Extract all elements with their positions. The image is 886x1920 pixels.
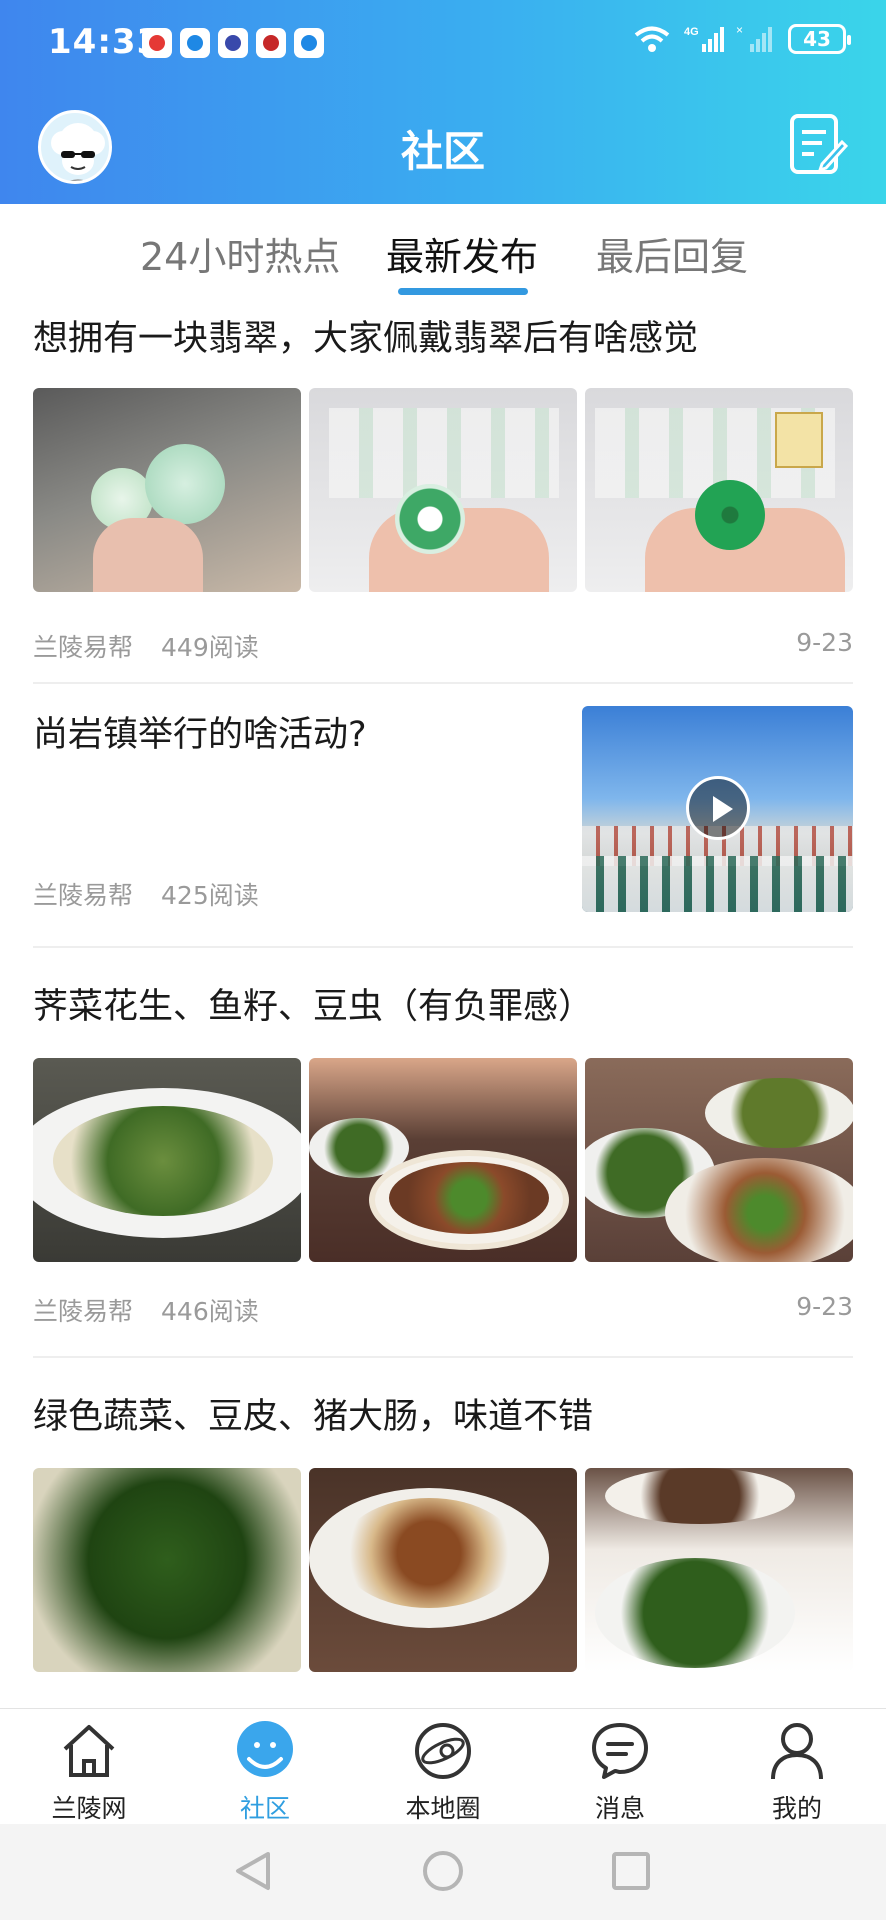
divider [33,946,853,948]
post-image[interactable] [309,1468,577,1672]
system-navigation-bar [0,1824,886,1920]
signal-4g-icon: 4G [684,26,724,52]
post-image[interactable] [33,1058,301,1262]
svg-text:×: × [736,24,743,37]
post-date: 9-23 [796,1292,853,1321]
post-meta: 兰陵易帮 425阅读 [33,876,259,912]
post-title[interactable]: 绿色蔬菜、豆皮、猪大肠，味道不错 [33,1388,853,1439]
tab-latest[interactable]: 最新发布 [386,226,538,281]
post-image[interactable] [585,388,853,592]
play-icon[interactable] [686,776,750,840]
post-meta: 兰陵易帮 449阅读 [33,628,259,664]
home-icon [63,1725,115,1777]
tab-24h-hot[interactable]: 24小时热点 [140,226,340,281]
post-video-thumbnail[interactable] [582,706,853,912]
nav-item-community[interactable]: 社区 [205,1719,325,1825]
app-notification-icon [256,28,286,58]
post-read-count: 425阅读 [161,881,259,910]
tab-last-reply[interactable]: 最后回复 [596,226,748,281]
network-type: 4G [684,26,699,38]
post-title[interactable]: 荠菜花生、鱼籽、豆虫（有负罪感） [33,978,853,1029]
nav-label-community: 社区 [239,1794,290,1823]
wifi-icon [634,26,670,52]
post-card[interactable]: 想拥有一块翡翠，大家佩戴翡翠后有啥感觉 兰陵易帮 449阅读 9-23 [33,310,853,680]
nav-label-me: 我的 [771,1794,822,1823]
nav-item-local-circle[interactable]: 本地圈 [383,1719,503,1825]
post-image[interactable] [309,388,577,592]
post-images [33,1468,853,1672]
post-card[interactable]: 绿色蔬菜、豆皮、猪大肠，味道不错 [33,1388,853,1708]
battery-indicator: 43 [788,24,851,54]
home-circle-icon[interactable] [420,1848,466,1894]
post-author: 兰陵易帮 [33,633,134,662]
post-meta: 兰陵易帮 446阅读 [33,1292,259,1328]
post-image[interactable] [33,388,301,592]
planet-icon [415,1723,471,1779]
post-card[interactable]: 荠菜花生、鱼籽、豆虫（有负罪感） 兰陵易帮 446阅读 9-23 [33,978,853,1368]
active-tab-indicator [398,288,528,295]
status-bar: 14:33 4G × 43 [0,0,886,86]
bottom-navigation: 兰陵网 社区 本地圈 消息 我的 [0,1708,886,1824]
divider [33,682,853,684]
post-date: 9-23 [796,628,853,657]
post-image[interactable] [585,1058,853,1262]
nav-label-local-circle: 本地圈 [405,1794,481,1823]
post-read-count: 449阅读 [161,633,259,662]
recent-apps-icon[interactable] [608,1848,654,1894]
post-author: 兰陵易帮 [33,1297,134,1326]
notification-icons [142,28,324,58]
post-card[interactable]: 尚岩镇举行的啥活动? 兰陵易帮 425阅读 [33,706,853,926]
compose-button[interactable] [788,112,849,176]
divider [33,1356,853,1358]
page-title: 社区 [400,127,485,176]
signal-no-sim-icon: × [736,24,772,52]
nav-item-me[interactable]: 我的 [737,1719,857,1825]
post-read-count: 446阅读 [161,1297,259,1326]
post-images [33,1058,853,1262]
community-icon [237,1721,293,1777]
chat-notification-icon [218,28,248,58]
app-notification-icon [142,28,172,58]
profile-icon [771,1723,823,1780]
app-notification-icon [180,28,210,58]
app-header: 14:33 4G × 43 社区 [0,0,886,204]
nav-item-home[interactable]: 兰陵网 [29,1719,149,1825]
nav-item-messages[interactable]: 消息 [560,1719,680,1825]
feed-tabs: 24小时热点 最新发布 最后回复 [0,204,886,300]
status-right: 4G × 43 [632,24,851,54]
message-icon [592,1723,648,1779]
message-notification-icon [294,28,324,58]
post-image[interactable] [309,1058,577,1262]
post-author: 兰陵易帮 [33,881,134,910]
edit-note-icon [790,114,849,174]
post-image[interactable] [33,1468,301,1672]
nav-label-messages: 消息 [594,1794,645,1823]
back-icon[interactable] [230,1848,276,1894]
post-title[interactable]: 想拥有一块翡翠，大家佩戴翡翠后有啥感觉 [33,310,853,361]
nav-label-home: 兰陵网 [51,1794,127,1823]
post-images [33,388,853,592]
post-image[interactable] [585,1468,853,1672]
